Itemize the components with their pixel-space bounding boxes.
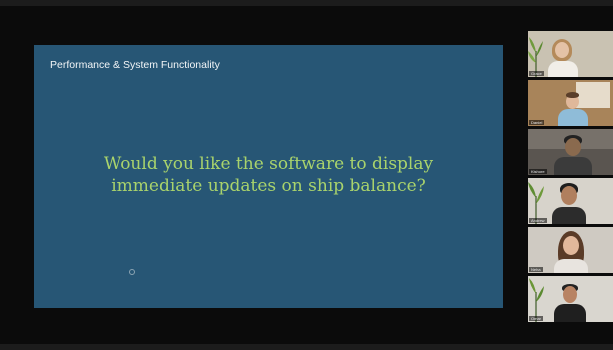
participant-video-tile[interactable]: Andrew [528,178,613,224]
slide-section-title: Performance & System Functionality [50,59,220,71]
participant-name: Daniel [529,120,545,125]
participant-gallery: Grace Daniel Kishore Andrew Neha Omar [528,31,613,326]
top-bar [0,0,613,6]
participant-video-tile[interactable]: Grace [528,31,613,77]
participant-name: Andrew [529,218,547,223]
participant-video-tile[interactable]: Kishore [528,129,613,175]
participant-video-tile[interactable]: Neha [528,227,613,273]
shared-presentation-slide[interactable]: Performance & System Functionality Would… [34,45,503,308]
slide-question-line-1: Would you like the software to display [103,154,434,174]
participant-name: Omar [529,316,543,321]
slide-question-line-2: immediate updates on ship balance? [111,176,426,196]
bottom-bar [0,344,613,350]
mouse-cursor-icon [129,269,135,275]
participant-name: Grace [529,71,544,76]
participant-name: Neha [529,267,543,272]
participant-video-tile[interactable]: Omar [528,276,613,322]
participant-video-tile[interactable]: Daniel [528,80,613,126]
participant-name: Kishore [529,169,547,174]
slide-question: Would you like the software to display i… [54,153,483,197]
meeting-window: Performance & System Functionality Would… [0,0,613,350]
window-background [576,82,610,108]
